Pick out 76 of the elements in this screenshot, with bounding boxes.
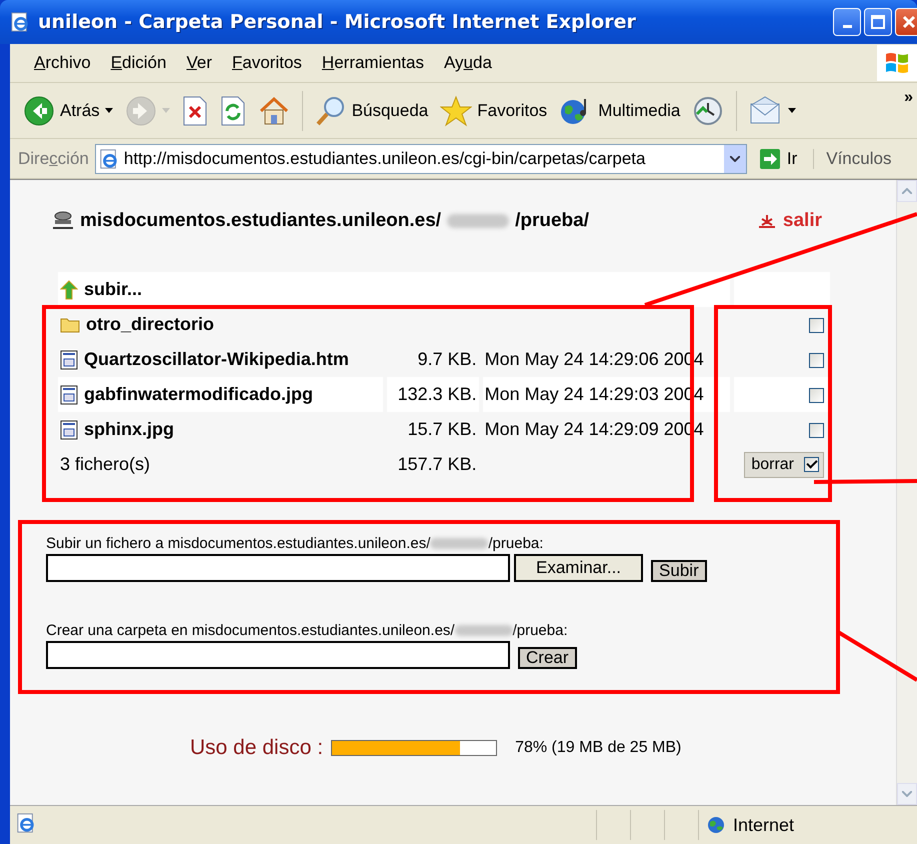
upload-label: /prueba: — [488, 535, 544, 552]
menu-item[interactable]: Edición — [100, 53, 176, 73]
maximize-icon — [871, 15, 885, 29]
house-icon — [258, 96, 290, 126]
file-name-link[interactable]: sphinx.jpg — [84, 419, 174, 440]
file-size: 9.7 KB. — [418, 349, 477, 369]
globe-icon — [707, 816, 725, 834]
folder-icon — [60, 316, 80, 332]
exit-icon — [756, 213, 777, 229]
up-arrow-icon — [60, 280, 78, 300]
browse-button[interactable]: Examinar... — [514, 554, 644, 582]
address-field[interactable]: http://misdocumentos.estudiantes.unileon.es/cgi-bin/carpetas/carpeta — [94, 144, 747, 174]
create-folder-label: Crear una carpeta en misdocumentos.estudiantes.unileon.es/ — [46, 622, 455, 639]
favorites-button[interactable]: Favoritos — [437, 92, 550, 128]
document-icon — [60, 350, 78, 370]
disk-usage-label: Uso de disco : — [190, 736, 324, 760]
clock-icon — [692, 94, 724, 126]
file-name-link[interactable]: otro_directorio — [86, 314, 214, 335]
window-title: unileon - Carpeta Personal - Microsoft Internet Explorer — [38, 11, 637, 33]
server-icon — [52, 211, 74, 231]
upload-button[interactable]: Subir — [651, 560, 707, 582]
close-button[interactable] — [895, 8, 917, 36]
maximize-button[interactable] — [864, 8, 892, 36]
minimize-icon — [842, 24, 852, 28]
checkbox[interactable] — [809, 352, 824, 368]
checkbox[interactable] — [809, 422, 824, 438]
create-folder-label: /prueba: — [512, 622, 568, 639]
menu-item[interactable]: Ayuda — [434, 53, 502, 73]
site-path: misdocumentos.estudiantes.unileon.es/ — [80, 210, 442, 232]
back-button[interactable]: Atrás — [20, 92, 116, 128]
minimize-button[interactable] — [833, 8, 861, 36]
dropdown-caret-icon[interactable] — [104, 108, 113, 113]
browser-page-icon — [16, 812, 36, 832]
blurred-text-block — [430, 538, 488, 549]
refresh-icon — [220, 96, 246, 126]
menu-item[interactable]: Herramientas — [312, 53, 434, 73]
file-size: 132.3 KB. — [398, 384, 477, 404]
chevron-down-icon — [730, 156, 740, 162]
star-icon — [440, 94, 472, 126]
more-tools-chevron[interactable]: » — [904, 89, 913, 107]
file-size: 15.7 KB. — [408, 419, 477, 439]
document-icon — [60, 420, 78, 440]
close-icon — [902, 15, 916, 29]
disk-usage-reading: 78% (19 MB de 25 MB) — [515, 739, 682, 757]
search-button[interactable]: Búsqueda — [312, 92, 432, 128]
menu-item[interactable]: Ver — [176, 53, 222, 73]
menu-item[interactable]: Archivo — [24, 53, 101, 73]
search-icon — [314, 94, 347, 126]
file-count: 3 fichero(s) — [60, 454, 150, 474]
security-zone-label: Internet — [733, 814, 794, 836]
folder-name-field[interactable] — [46, 641, 510, 669]
checkbox[interactable] — [804, 457, 819, 472]
dropdown-button[interactable] — [724, 144, 746, 172]
media-button[interactable]: Multimedia — [556, 92, 684, 128]
file-name-link[interactable]: Quartzoscillator-Wikipedia.htm — [84, 349, 349, 370]
windows-flag-icon — [877, 45, 917, 81]
checkbox[interactable] — [809, 388, 824, 403]
upload-label: Subir un fichero a misdocumentos.estudiantes.unileon.es/ — [46, 535, 430, 552]
total-size: 157.7 KB. — [398, 454, 477, 474]
go-button[interactable]: Ir — [752, 148, 804, 170]
browser-page-icon — [98, 148, 119, 168]
dropdown-caret-icon[interactable] — [788, 108, 796, 113]
file-path-field[interactable] — [46, 554, 510, 582]
browser-page-icon — [10, 12, 30, 32]
blurred-text-block — [447, 214, 510, 228]
checkbox[interactable] — [809, 318, 824, 333]
parent-folder-link[interactable]: subir... — [84, 279, 142, 300]
menu-item[interactable]: Favoritos — [222, 53, 312, 73]
delete-button[interactable]: borrar — [744, 452, 824, 478]
links-label[interactable]: Vínculos — [813, 148, 892, 168]
blurred-text-block — [454, 625, 513, 636]
stop-icon — [182, 96, 208, 126]
create-button[interactable]: Crear — [518, 647, 577, 669]
logout-link[interactable]: salir — [782, 210, 822, 232]
site-path: /prueba/ — [515, 210, 589, 232]
address-label[interactable]: Dirección — [18, 148, 89, 168]
